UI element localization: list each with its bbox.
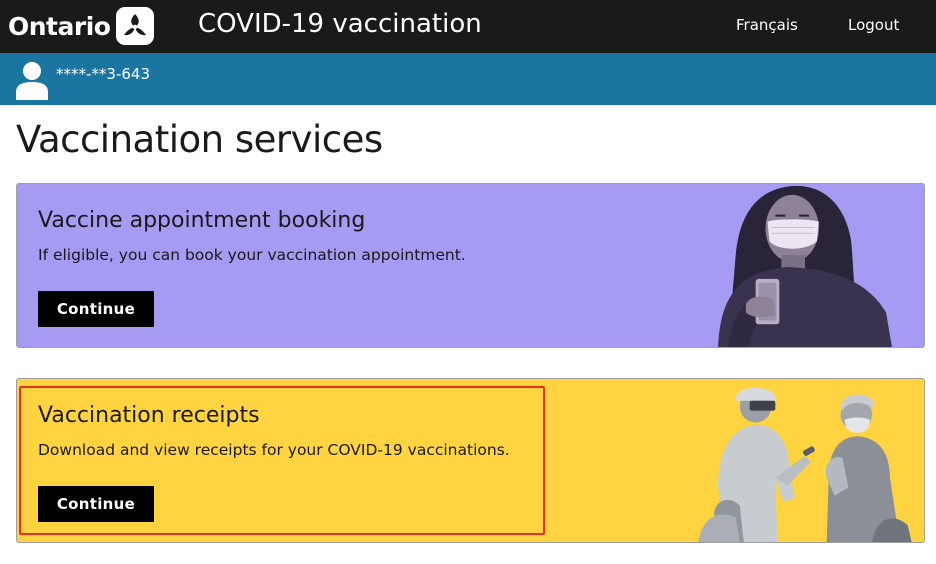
user-avatar-icon: [15, 60, 49, 100]
booking-card-description: If eligible, you can book your vaccinati…: [38, 246, 466, 264]
receipts-card-description: Download and view receipts for your COVI…: [38, 441, 510, 459]
masked-health-card-number: ****-**3-643: [56, 65, 150, 83]
receipts-card-title: Vaccination receipts: [38, 403, 260, 428]
ontario-logo[interactable]: Ontario: [8, 4, 155, 48]
receipts-continue-button[interactable]: Continue: [38, 486, 154, 522]
vaccination-receipts-card: Vaccination receipts Download and view r…: [16, 378, 925, 543]
language-toggle-link[interactable]: Français: [736, 16, 798, 34]
brand-wordmark: Ontario: [8, 11, 111, 41]
page-title: Vaccination services: [16, 118, 383, 161]
logout-link[interactable]: Logout: [848, 16, 899, 34]
vaccination-scene-image: [698, 387, 912, 542]
woman-with-phone-image: [718, 185, 892, 347]
trillium-icon: [116, 7, 155, 45]
booking-card-title: Vaccine appointment booking: [38, 208, 366, 233]
booking-continue-button[interactable]: Continue: [38, 291, 154, 327]
user-bar: ****-**3-643: [0, 53, 936, 105]
app-title: COVID-19 vaccination: [198, 9, 482, 39]
top-header: Ontario COVID-19 vaccination Français Lo…: [0, 0, 936, 53]
vaccine-booking-card: Vaccine appointment booking If eligible,…: [16, 183, 925, 348]
